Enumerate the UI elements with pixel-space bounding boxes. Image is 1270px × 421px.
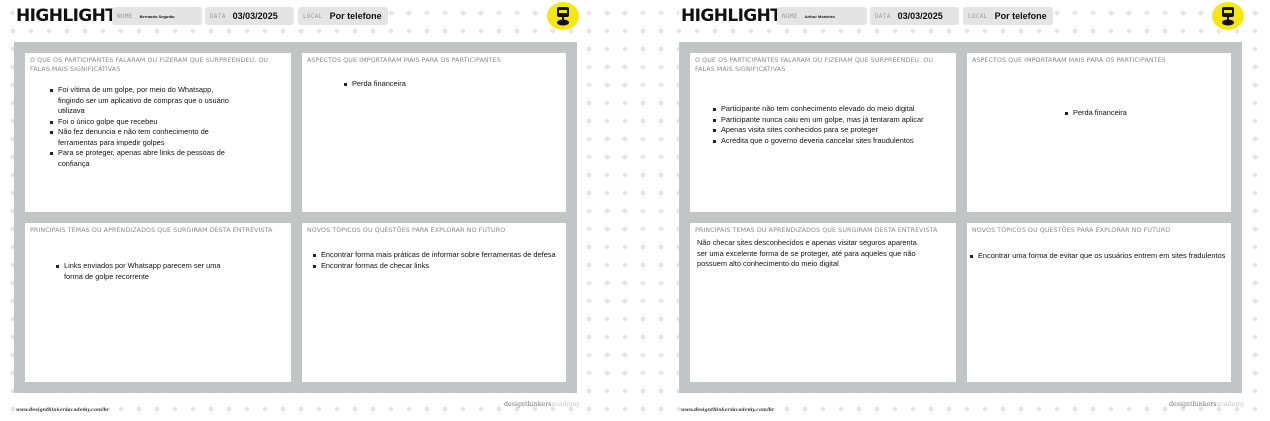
- quadrant-title: PRINCIPAIS TEMAS OU APRENDIZADOS QUE SUR…: [30, 227, 273, 234]
- list-item: Participante não tem conhecimento elevad…: [713, 104, 953, 115]
- highlights-board-right: HIGHLIGHTS NOME Arthur Monteiro DATA 03/…: [669, 0, 1259, 421]
- local-value: Por telefone: [329, 11, 382, 21]
- quadrant-themes[interactable]: PRINCIPAIS TEMAS OU APRENDIZADOS QUE SUR…: [690, 223, 956, 382]
- local-field[interactable]: LOCAL Por telefone: [963, 7, 1053, 25]
- list-item: Acredita que o governo deveria cancelar …: [713, 136, 953, 147]
- list-item: Links enviados por Whatsapp parecem ser …: [56, 261, 226, 282]
- logo-part-b: academy: [1216, 401, 1245, 408]
- notes-list: Encontrar forma mais práticas de informa…: [313, 250, 563, 271]
- data-field[interactable]: DATA 03/03/2025: [870, 7, 959, 25]
- list-item: Apenas visita sites conhecidos para se p…: [713, 125, 953, 136]
- footer-url: www.designthinkersacademy.com/br: [681, 408, 775, 413]
- quadrant-title: NOVOS TÓPICOS OU QUESTÕES PARA EXPLORAR …: [307, 227, 506, 234]
- local-label: LOCAL: [303, 12, 323, 20]
- notes-list: Foi vítima de um golpe, por meio do What…: [50, 85, 230, 169]
- quadrant-frame: O QUE OS PARTICIPANTES FALARAM OU FIZERA…: [679, 42, 1242, 393]
- logo-part-b: academy: [551, 401, 580, 408]
- data-label: DATA: [875, 12, 891, 20]
- quadrant-title: NOVOS TÓPICOS OU QUESTÕES PARA EXPLORAR …: [972, 227, 1171, 234]
- nome-field[interactable]: NOME Bernardo Segurão: [112, 7, 202, 25]
- list-item: Participante nunca caiu em um golpe, mas…: [713, 115, 953, 126]
- footer-logo: designthinkersacademy: [1169, 401, 1245, 408]
- quadrant-title: O QUE OS PARTICIPANTES FALARAM OU FIZERA…: [695, 57, 934, 73]
- robot-badge-icon: [1212, 2, 1244, 30]
- data-value: 03/03/2025: [897, 11, 943, 21]
- quadrant-title: O QUE OS PARTICIPANTES FALARAM OU FIZERA…: [30, 57, 269, 73]
- notes-list: Links enviados por Whatsapp parecem ser …: [56, 261, 226, 282]
- list-item: Perda financeira: [1065, 108, 1215, 119]
- logo-part-a: designthinkers: [504, 401, 552, 408]
- nome-value: Arthur Monteiro: [804, 13, 835, 19]
- quadrant-aspects[interactable]: ASPECTOS QUE IMPORTARAM MAIS PARA OS PAR…: [967, 53, 1231, 212]
- list-item: Encontrar formas de checar links: [313, 261, 563, 272]
- nome-field[interactable]: NOME Arthur Monteiro: [777, 7, 867, 25]
- local-value: Por telefone: [994, 11, 1047, 21]
- logo-part-a: designthinkers: [1169, 401, 1217, 408]
- notes-list: Perda financeira: [344, 79, 504, 90]
- theme-text: Não checar sites desconhecidos e apenas …: [697, 238, 917, 268]
- quadrant-surprises[interactable]: O QUE OS PARTICIPANTES FALARAM OU FIZERA…: [690, 53, 956, 212]
- quadrant-title: ASPECTOS QUE IMPORTARAM MAIS PARA OS PAR…: [972, 57, 1166, 64]
- notes-list: Encontrar uma forma de evitar que os usu…: [970, 251, 1230, 262]
- local-label: LOCAL: [968, 12, 988, 20]
- nome-label: NOME: [782, 12, 798, 20]
- quadrant-new-topics[interactable]: NOVOS TÓPICOS OU QUESTÕES PARA EXPLORAR …: [302, 223, 566, 382]
- nome-value: Bernardo Segurão: [139, 13, 175, 19]
- footer-url: www.designthinkersacademy.com/br: [16, 408, 110, 413]
- list-item: Perda financeira: [344, 79, 504, 90]
- list-item: Não fez denuncia e não tem conhecimento …: [50, 127, 230, 148]
- list-item: Para se proteger, apenas abre links de p…: [50, 148, 230, 169]
- quadrant-title: PRINCIPAIS TEMAS OU APRENDIZADOS QUE SUR…: [695, 227, 938, 234]
- quadrant-title: ASPECTOS QUE IMPORTARAM MAIS PARA OS PAR…: [307, 57, 501, 64]
- list-item: Foi o único golpe que recebeu: [50, 117, 230, 128]
- list-item: Encontrar uma forma de evitar que os usu…: [970, 251, 1230, 262]
- data-field[interactable]: DATA 03/03/2025: [205, 7, 294, 25]
- notes-list: Perda financeira: [1065, 108, 1215, 119]
- quadrant-frame: O QUE OS PARTICIPANTES FALARAM OU FIZERA…: [14, 42, 577, 393]
- data-value: 03/03/2025: [232, 11, 278, 21]
- local-field[interactable]: LOCAL Por telefone: [298, 7, 388, 25]
- list-item: Encontrar forma mais práticas de informa…: [313, 250, 563, 261]
- footer-logo: designthinkersacademy: [504, 401, 580, 408]
- quadrant-new-topics[interactable]: NOVOS TÓPICOS OU QUESTÕES PARA EXPLORAR …: [967, 223, 1231, 382]
- quadrant-themes[interactable]: PRINCIPAIS TEMAS OU APRENDIZADOS QUE SUR…: [25, 223, 291, 382]
- highlights-board-left: HIGHLIGHTS NOME Bernardo Segurão DATA 03…: [4, 0, 594, 421]
- list-item: Foi vítima de um golpe, por meio do What…: [50, 85, 230, 117]
- quadrant-surprises[interactable]: O QUE OS PARTICIPANTES FALARAM OU FIZERA…: [25, 53, 291, 212]
- quadrant-aspects[interactable]: ASPECTOS QUE IMPORTARAM MAIS PARA OS PAR…: [302, 53, 566, 212]
- data-label: DATA: [210, 12, 226, 20]
- nome-label: NOME: [117, 12, 133, 20]
- notes-list: Participante não tem conhecimento elevad…: [713, 104, 953, 146]
- robot-badge-icon: [547, 2, 579, 30]
